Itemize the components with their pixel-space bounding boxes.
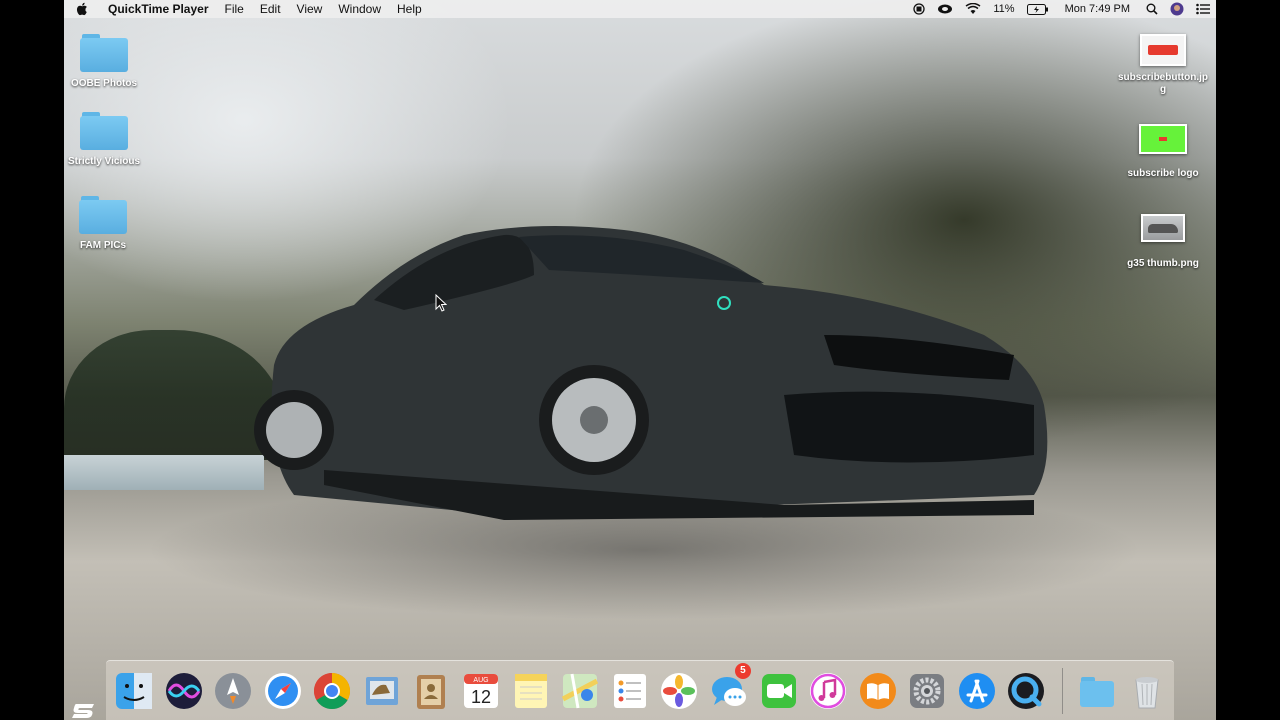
dock-ibooks[interactable] (856, 669, 900, 713)
menu-view[interactable]: View (289, 0, 331, 18)
wifi-icon[interactable] (959, 3, 987, 15)
image-file-icon (1139, 124, 1187, 154)
finder-icon (115, 672, 152, 709)
quicktime-icon (1008, 672, 1045, 709)
mouse-cursor-icon (435, 294, 447, 312)
desktop-item-label: subscribe logo (1127, 168, 1199, 179)
folder-icon (79, 196, 127, 234)
appstore-icon (958, 672, 995, 709)
desktop-item-label: FAM PICs (79, 240, 127, 251)
reminders-icon (613, 673, 646, 708)
dock-separator (1061, 667, 1063, 714)
desktop-screen: QuickTime Player File Edit View Window H… (64, 0, 1216, 720)
dock-itunes[interactable] (806, 669, 850, 713)
desktop-file-subscribebutton[interactable]: subscribebutton.jpg (1118, 34, 1208, 96)
dock-messages[interactable]: 5 (707, 662, 751, 713)
menu-bar: QuickTime Player File Edit View Window H… (64, 0, 1216, 18)
mail-icon (365, 676, 398, 705)
dock-app-store[interactable] (955, 669, 999, 713)
launchpad-icon (215, 672, 252, 709)
battery-percent[interactable]: 11% (987, 0, 1020, 18)
folder-icon (80, 112, 128, 150)
image-file-icon (1141, 214, 1185, 242)
calendar-icon: AUG 12 (464, 673, 499, 708)
desktop-file-g35-thumb[interactable]: g35 thumb.png (1118, 214, 1208, 270)
facetime-icon (761, 673, 796, 708)
dock-mail[interactable] (360, 669, 404, 713)
menu-edit[interactable]: Edit (252, 0, 289, 18)
app-menu[interactable]: QuickTime Player (100, 0, 217, 18)
menu-clock[interactable]: Mon 7:49 PM (1055, 0, 1140, 18)
dock: AUG 12 5 (106, 660, 1174, 720)
chrome-icon (314, 672, 351, 709)
desktop-folder-strictly-vicious[interactable]: Strictly Vicious (64, 112, 149, 168)
calendar-month: AUG (473, 677, 488, 684)
image-file-icon (1140, 34, 1186, 66)
desktop-item-label: subscribebutton.jpg (1118, 72, 1208, 95)
folder-icon (1079, 676, 1114, 707)
menu-window[interactable]: Window (330, 0, 389, 18)
dock-safari[interactable] (261, 669, 305, 713)
spotlight-search-icon[interactable] (1140, 3, 1164, 15)
safari-icon (264, 672, 301, 709)
dock-finder[interactable] (112, 669, 156, 713)
dock-facetime[interactable] (757, 669, 801, 713)
dock-contacts[interactable] (409, 669, 453, 713)
status-area: 11% Mon 7:49 PM (907, 0, 1216, 18)
desktop-item-label: OOBE Photos (70, 78, 138, 89)
desktop-item-label: g35 thumb.png (1127, 258, 1199, 269)
user-avatar-icon[interactable] (1164, 2, 1190, 16)
dock-quicktime[interactable] (1004, 669, 1048, 713)
trash-icon (1134, 676, 1159, 708)
ibooks-icon (859, 672, 896, 709)
record-icon[interactable] (907, 3, 931, 15)
desktop-folder-fam-pics[interactable]: FAM PICs (64, 196, 148, 252)
dock-downloads-stack[interactable] (1075, 669, 1119, 713)
desktop-file-subscribe-logo[interactable]: subscribe logo (1118, 124, 1208, 180)
desktop-item-label: Strictly Vicious (67, 156, 141, 167)
photos-icon (661, 672, 698, 709)
dock-notes[interactable] (509, 669, 553, 713)
maps-icon (562, 673, 599, 708)
dock-reminders[interactable] (608, 669, 652, 713)
dock-siri[interactable] (162, 669, 206, 713)
dock-system-preferences[interactable] (905, 669, 949, 713)
dock-trash[interactable] (1125, 669, 1169, 713)
battery-icon[interactable] (1021, 3, 1055, 15)
itunes-icon (810, 672, 847, 709)
dock-chrome[interactable] (310, 669, 354, 713)
calendar-day: 12 (471, 687, 491, 707)
creative-cloud-icon[interactable] (931, 3, 959, 15)
dock-launchpad[interactable] (211, 669, 255, 713)
messages-badge: 5 (734, 662, 751, 679)
contacts-icon (417, 674, 446, 709)
menu-help[interactable]: Help (389, 0, 430, 18)
apple-menu-icon[interactable] (64, 2, 100, 16)
notes-icon (514, 673, 547, 708)
wallpaper-car (254, 226, 1048, 520)
dock-photos[interactable] (657, 669, 701, 713)
notification-center-icon[interactable] (1190, 3, 1216, 15)
watermark-logo-icon (72, 704, 94, 718)
folder-icon (80, 34, 128, 72)
dock-calendar[interactable]: AUG 12 (459, 669, 503, 713)
desktop-folder-oobe-photos[interactable]: OOBE Photos (64, 34, 149, 90)
siri-icon (165, 672, 202, 709)
menu-file[interactable]: File (217, 0, 252, 18)
dock-maps[interactable] (558, 669, 602, 713)
gear-icon (910, 673, 945, 708)
